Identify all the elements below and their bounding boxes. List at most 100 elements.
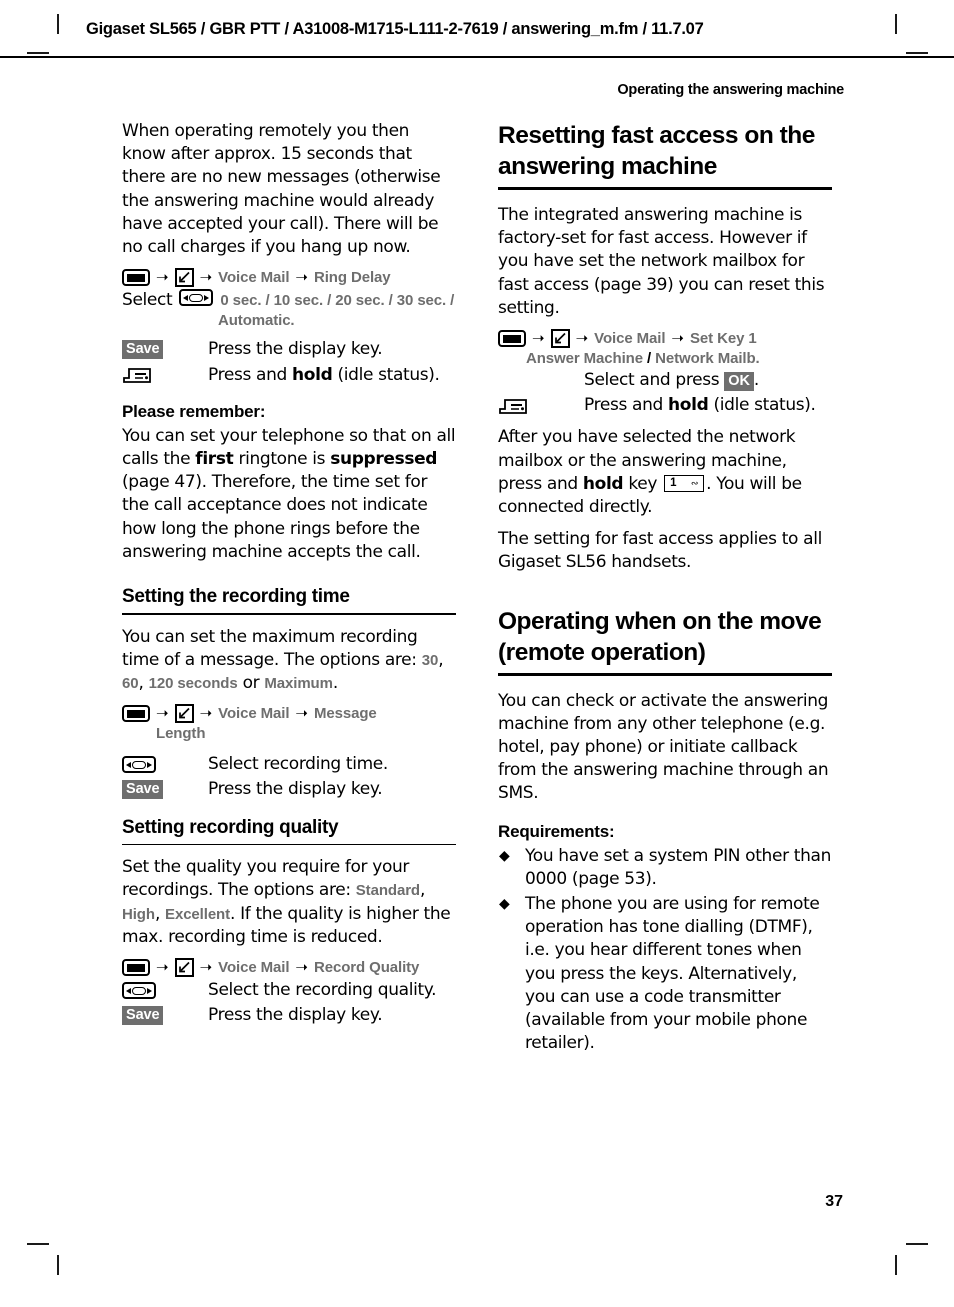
arrow-icon: ➝ <box>295 704 308 723</box>
answering-machine-icon <box>174 704 194 724</box>
heading-rule <box>498 672 832 676</box>
crop-mark-bottom-right-vertical <box>895 1255 897 1275</box>
crop-mark-top-left-horizontal <box>27 52 49 54</box>
document-header-line: Gigaset SL565 / GBR PTT / A31008-M1715-L… <box>86 20 704 38</box>
menu-item-message: Message <box>313 705 377 723</box>
heading-rule <box>122 843 456 846</box>
arrow-icon: ➝ <box>671 329 684 348</box>
requirements-list: ◆ You have set a system PIN other than 00… <box>498 845 832 1056</box>
header-divider-rule <box>0 56 954 58</box>
save-key-badge-wrapper: Save <box>122 338 208 361</box>
requirement-text: The phone you are using for remote opera… <box>525 894 820 1054</box>
ring-delay-values: 0 sec. / 10 sec. / 20 sec. / 30 sec. / <box>220 292 455 310</box>
menu-item-voice-mail: Voice Mail <box>218 705 290 723</box>
ok-display-key[interactable]: OK <box>724 372 754 392</box>
heading-setting-recording-quality: Setting recording quality <box>122 816 339 838</box>
rocker-key-wrapper <box>122 979 208 1002</box>
menu-item-set-key-1-options: Answer Machine / Network Mailb. <box>526 350 760 368</box>
select-label: Select <box>122 290 173 311</box>
step-text-save: Press the display key. <box>208 339 383 360</box>
please-remember-paragraph: You can set your telephone so that on al… <box>122 425 456 562</box>
heading-setting-recording-time: Setting the recording time <box>122 586 350 608</box>
menu-item-set-key-1: Set Key 1 <box>689 330 757 348</box>
remote-operation-paragraph: You can check or activate the answering … <box>498 690 829 804</box>
menu-item-voice-mail: Voice Mail <box>218 269 290 287</box>
crop-mark-top-right-horizontal <box>906 52 928 54</box>
menu-key-icon <box>498 330 526 348</box>
step-icon-placeholder <box>498 369 584 392</box>
rocker-key-icon <box>122 982 156 1000</box>
heading-rule <box>498 187 832 190</box>
menu-item-voice-mail: Voice Mail <box>594 330 666 348</box>
save-key-badge-wrapper: Save <box>122 778 208 801</box>
step-hold-ring-delay: Press and hold (idle status). <box>122 364 456 387</box>
arrow-icon: ➝ <box>295 268 308 287</box>
key-1-icon: 1 ∾ <box>664 475 705 493</box>
recording-quality-paragraph: Set the quality you require for your rec… <box>122 857 451 947</box>
rocker-key-wrapper <box>122 753 208 776</box>
intro-paragraph: When operating remotely you then know af… <box>122 121 441 258</box>
menu-path-ring-delay: ➝ ➝ Voice Mail ➝ Ring Delay <box>122 268 456 288</box>
arrow-icon: ➝ <box>295 958 308 977</box>
arrow-icon: ➝ <box>532 329 545 348</box>
fast-access-applies-paragraph: The setting for fast access applies to a… <box>498 529 822 573</box>
menu-item-voice-mail: Voice Mail <box>218 959 290 977</box>
heading-resetting-fast-access: Resetting fast access on the answering m… <box>498 122 815 180</box>
rocker-key-icon <box>122 756 156 774</box>
save-display-key[interactable]: Save <box>122 340 164 360</box>
right-column: Resetting fast access on the answering m… <box>498 120 832 1057</box>
save-display-key[interactable]: Save <box>122 780 164 800</box>
arrow-icon: ➝ <box>156 704 169 723</box>
end-call-key-wrapper <box>498 394 584 417</box>
step-hold-set-key-1: Press and hold (idle status). <box>498 394 832 417</box>
step-select-recording-quality: Select the recording quality. <box>122 979 456 1002</box>
requirement-text: You have set a system PIN other than 000… <box>525 845 832 889</box>
answering-machine-icon <box>174 958 194 978</box>
crop-mark-bottom-left-vertical <box>57 1255 59 1275</box>
crop-mark-top-left-vertical <box>57 14 59 34</box>
bullet-diamond-icon: ◆ <box>499 896 510 913</box>
arrow-icon: ➝ <box>199 704 213 723</box>
crop-mark-bottom-left-horizontal <box>27 1243 49 1245</box>
running-section-title: Operating the answering machine <box>617 82 844 98</box>
recording-time-paragraph: You can set the maximum recording time o… <box>122 626 444 694</box>
rocker-key-icon <box>179 289 214 307</box>
ring-delay-values-continued: Automatic. <box>218 312 295 330</box>
step-text-hold: Press and hold (idle status). <box>208 364 440 385</box>
step-select-and-press-ok: Select and press OK. <box>498 369 832 392</box>
heading-rule <box>122 613 456 615</box>
step-text-select-time: Select recording time. <box>208 754 388 775</box>
save-display-key[interactable]: Save <box>122 1006 164 1026</box>
end-call-key-icon <box>122 365 152 385</box>
end-call-key-icon <box>498 396 528 416</box>
menu-key-icon <box>122 269 150 287</box>
after-selection-paragraph: After you have selected the network mail… <box>498 427 802 518</box>
menu-item-ring-delay: Ring Delay <box>313 269 391 287</box>
step-save-recording-time: Save Press the display key. <box>122 778 456 801</box>
step-text-select-ok: Select and press OK. <box>584 370 759 392</box>
step-text-hold: Press and hold (idle status). <box>584 395 816 416</box>
step-save-recording-quality: Save Press the display key. <box>122 1004 456 1027</box>
page-number: 37 <box>825 1193 843 1210</box>
bullet-diamond-icon: ◆ <box>499 847 510 864</box>
reset-fast-access-paragraph: The integrated answering machine is fact… <box>498 205 825 318</box>
step-save-ring-delay: Save Press the display key. <box>122 338 456 361</box>
end-call-key-wrapper <box>122 364 208 387</box>
step-text-select-quality: Select the recording quality. <box>208 980 437 1001</box>
menu-key-icon <box>122 959 150 977</box>
arrow-icon: ➝ <box>156 268 169 287</box>
menu-item-message-continued: Length <box>156 725 206 743</box>
heading-operating-on-the-move: Operating when on the move (remote opera… <box>498 607 822 666</box>
step-text-save: Press the display key. <box>208 1005 383 1026</box>
arrow-icon: ➝ <box>199 268 213 287</box>
arrow-icon: ➝ <box>575 329 589 348</box>
heading-requirements: Requirements: <box>498 821 615 841</box>
answering-machine-icon <box>550 329 570 349</box>
menu-path-set-key-1: ➝ ➝ Voice Mail ➝ Set Key 1 <box>498 329 832 349</box>
left-column: When operating remotely you then know af… <box>122 120 456 1029</box>
arrow-icon: ➝ <box>199 958 213 977</box>
menu-item-record-quality: Record Quality <box>313 959 420 977</box>
ring-delay-select-row: Select 0 sec. / 10 sec. / 20 sec. / 30 s… <box>122 289 456 312</box>
list-item: ◆ The phone you are using for remote oper… <box>498 893 832 1055</box>
crop-mark-bottom-right-horizontal <box>906 1243 928 1245</box>
